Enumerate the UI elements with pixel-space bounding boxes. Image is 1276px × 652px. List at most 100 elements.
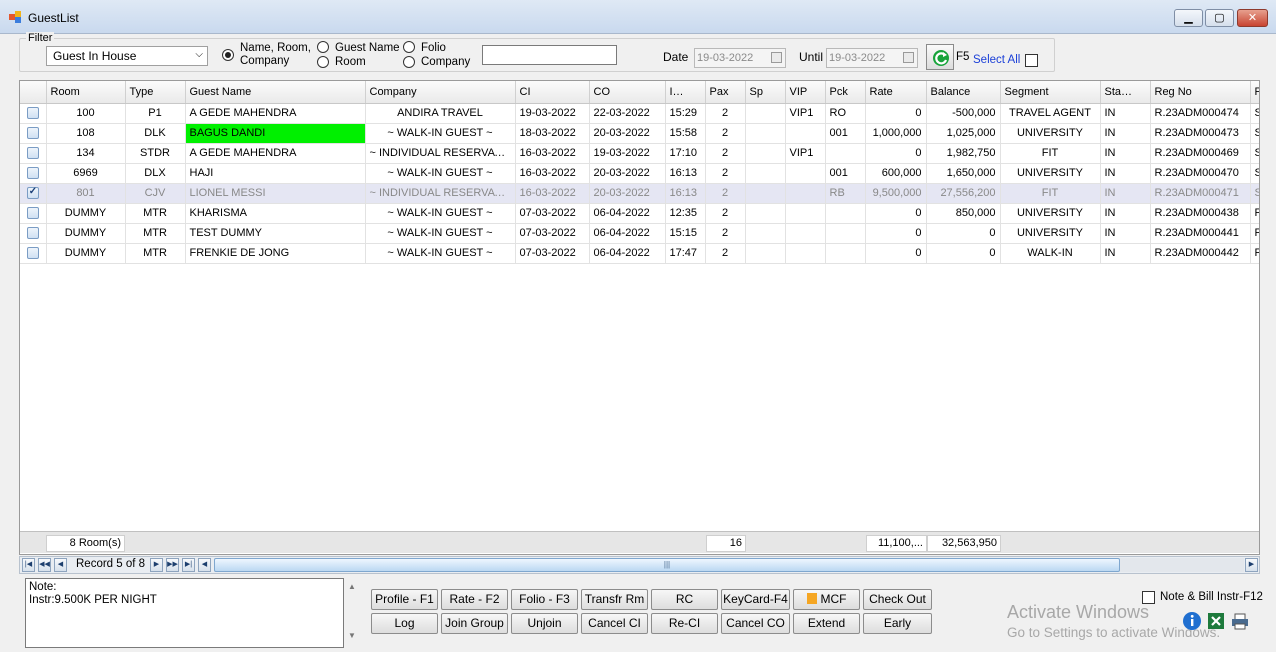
type-cell: DLK — [125, 123, 186, 144]
scroll-right-button[interactable]: ▶ — [1245, 558, 1258, 572]
row-checkbox[interactable] — [26, 167, 39, 180]
col-co[interactable]: CO — [589, 81, 666, 104]
row-checkbox-cell[interactable] — [20, 163, 47, 184]
col-type[interactable]: Type — [125, 81, 186, 104]
row-checkbox-cell[interactable] — [20, 223, 47, 244]
refresh-icon — [933, 50, 949, 66]
vip-cell — [785, 243, 826, 264]
col-rate[interactable]: Rate — [865, 81, 927, 104]
next-record-button[interactable]: ▶ — [150, 558, 163, 572]
check-out-button[interactable]: Check Out — [863, 589, 932, 610]
until-date-picker[interactable]: 19-03-2022 — [826, 48, 918, 68]
balance-cell: 1,982,750 — [926, 143, 1001, 164]
select-all-link[interactable]: Select All — [973, 54, 1020, 66]
date-picker[interactable]: 19-03-2022 — [694, 48, 786, 68]
row-checkbox[interactable] — [26, 227, 39, 240]
row-checkbox[interactable] — [26, 107, 39, 120]
table-row[interactable]: 801CJVLIONEL MESSI~ INDIVIDUAL RESERVATI… — [20, 183, 1259, 204]
print-icon[interactable] — [1230, 611, 1250, 631]
row-checkbox-cell[interactable] — [20, 103, 47, 124]
col-vip[interactable]: VIP — [785, 81, 826, 104]
scrollbar-thumb[interactable]: ||| — [214, 558, 1120, 572]
log-button[interactable]: Log — [371, 613, 438, 634]
row-checkbox[interactable] — [26, 127, 39, 140]
profile-button[interactable]: Profile - F1 — [371, 589, 438, 610]
sp-cell — [745, 123, 786, 144]
col-status[interactable]: Sta… — [1100, 81, 1151, 104]
col-p[interactable]: P — [1250, 81, 1259, 104]
table-row[interactable]: 108 DLK BAGUS DANDI ~ WALK-IN GUEST ~18-03-… — [20, 123, 1259, 144]
cancel-ci-button[interactable]: Cancel CI — [581, 613, 648, 634]
col-balance[interactable]: Balance — [926, 81, 1001, 104]
row-checkbox[interactable] — [26, 247, 39, 260]
col-time[interactable]: I… — [665, 81, 706, 104]
prev-page-button[interactable]: ◀◀ — [38, 558, 51, 572]
col-guest-name[interactable]: Guest Name — [185, 81, 366, 104]
info-icon[interactable] — [1182, 611, 1202, 631]
radio-name-room-company[interactable] — [222, 49, 234, 61]
search-input[interactable] — [482, 45, 617, 65]
row-checkbox-cell[interactable] — [20, 123, 47, 144]
radio-guest-name[interactable] — [317, 41, 329, 53]
table-row[interactable]: 134 STDR A GEDE MAHENDRA ~ INDIVIDUAL RESER… — [20, 143, 1259, 164]
col-reg-no[interactable]: Reg No — [1150, 81, 1251, 104]
table-row[interactable]: 6969 DLX HAJI ~ WALK-IN GUEST ~16-03-2022 20… — [20, 163, 1259, 184]
col-pax[interactable]: Pax — [705, 81, 746, 104]
next-page-button[interactable]: ▶▶ — [166, 558, 179, 572]
table-row[interactable]: 100 P1 A GEDE MAHENDRA ANDIRA TRAVEL 19-03-2… — [20, 103, 1259, 124]
row-checkbox-cell[interactable] — [20, 183, 47, 204]
mcf-button[interactable]: MCF — [793, 589, 860, 610]
row-checkbox[interactable] — [26, 147, 39, 160]
col-segment[interactable]: Segment — [1000, 81, 1101, 104]
reg-no-cell: R.23ADM000469 — [1150, 143, 1251, 164]
col-pck[interactable]: Pck — [825, 81, 866, 104]
close-button[interactable]: ✕ — [1237, 9, 1268, 27]
col-sp[interactable]: Sp — [745, 81, 786, 104]
radio-room[interactable] — [317, 56, 329, 68]
join-group-button[interactable]: Join Group — [441, 613, 508, 634]
row-checkbox[interactable] — [26, 207, 39, 220]
p-cell: S — [1250, 163, 1259, 184]
rate-button[interactable]: Rate - F2 — [441, 589, 508, 610]
col-ci[interactable]: CI — [515, 81, 590, 104]
refresh-shortcut-label: F5 — [956, 51, 970, 63]
guest-table: Room Type Guest Name Company CI CO I… Pa… — [20, 81, 1259, 264]
minimize-button[interactable]: ▁ — [1174, 9, 1203, 27]
unjoin-button[interactable]: Unjoin — [511, 613, 578, 634]
maximize-button[interactable]: ▢ — [1205, 9, 1234, 27]
transfer-room-button[interactable]: Transfr Rm — [581, 589, 648, 610]
radio-folio[interactable] — [403, 41, 415, 53]
status-select[interactable]: Guest In House ⌵ — [46, 46, 208, 66]
table-row[interactable]: DUMMY MTR FRENKIE DE JONG ~ WALK-IN GUEST ~… — [20, 243, 1259, 264]
company-cell: ~ WALK-IN GUEST ~ — [365, 243, 516, 264]
keycard-button[interactable]: KeyCard-F4 — [721, 589, 790, 610]
mcf-label: MCF — [820, 592, 847, 606]
col-company[interactable]: Company — [365, 81, 516, 104]
excel-icon[interactable] — [1206, 611, 1226, 631]
col-room[interactable]: Room — [46, 81, 126, 104]
note-box[interactable]: Note: Instr:9.500K PER NIGHT — [25, 578, 344, 648]
re-ci-button[interactable]: Re-CI — [651, 613, 718, 634]
row-checkbox-cell[interactable] — [20, 243, 47, 264]
extend-button[interactable]: Extend — [793, 613, 860, 634]
scroll-left-button[interactable]: ◀ — [198, 558, 211, 572]
horizontal-scrollbar[interactable]: ||| — [214, 558, 1244, 572]
table-row[interactable]: DUMMY MTR TEST DUMMY ~ WALK-IN GUEST ~07-03… — [20, 223, 1259, 244]
table-row[interactable]: DUMMY MTR KHARISMA ~ WALK-IN GUEST ~07-03-2… — [20, 203, 1259, 224]
type-cell: MTR — [125, 243, 186, 264]
folio-button[interactable]: Folio - F3 — [511, 589, 578, 610]
cancel-co-button[interactable]: Cancel CO — [721, 613, 790, 634]
refresh-button[interactable] — [926, 44, 954, 70]
row-checkbox-cell[interactable] — [20, 203, 47, 224]
col-select[interactable] — [20, 81, 47, 104]
rc-button[interactable]: RC — [651, 589, 718, 610]
note-scrollbar[interactable]: ▲ ▼ — [345, 578, 359, 648]
early-button[interactable]: Early — [863, 613, 932, 634]
select-all-checkbox[interactable] — [1025, 54, 1038, 67]
prev-record-button[interactable]: ◀ — [54, 558, 67, 572]
first-record-button[interactable]: |◀ — [22, 558, 35, 572]
last-record-button[interactable]: ▶| — [182, 558, 195, 572]
row-checkbox-cell[interactable] — [20, 143, 47, 164]
row-checkbox[interactable] — [26, 186, 39, 200]
radio-company[interactable] — [403, 56, 415, 68]
